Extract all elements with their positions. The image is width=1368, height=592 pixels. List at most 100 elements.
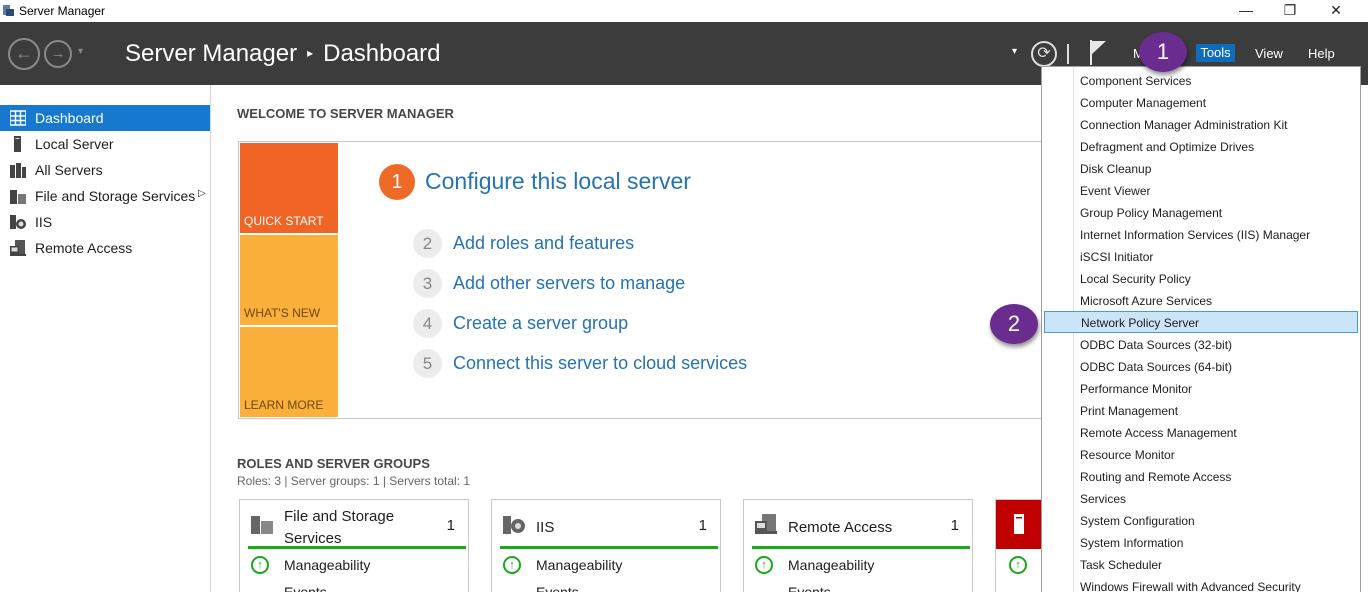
minimize-button[interactable]: — — [1223, 0, 1269, 22]
remote-access-icon — [10, 240, 26, 256]
server-manager-icon — [3, 5, 14, 16]
tools-menu-item[interactable]: Local Security Policy — [1042, 267, 1360, 289]
expand-arrow-icon[interactable]: ▷ — [198, 188, 206, 199]
servers-icon — [10, 163, 26, 178]
window-title: Server Manager — [19, 4, 106, 18]
tile-learn-more[interactable]: LEARN MORE — [240, 327, 338, 417]
create-server-group-link[interactable]: Create a server group — [453, 313, 628, 334]
menu-help[interactable]: Help — [1308, 46, 1335, 61]
menu-view[interactable]: View — [1255, 46, 1283, 61]
configure-local-server-link[interactable]: Configure this local server — [425, 168, 691, 195]
back-button[interactable]: ← — [8, 38, 40, 70]
sidebar-item-file-storage[interactable]: File and Storage Services ▷ — [0, 183, 210, 209]
sidebar-item-local-server[interactable]: Local Server — [0, 131, 210, 157]
events-link[interactable]: Events — [284, 584, 327, 592]
title-bar: Server Manager — ❐ ✕ — [0, 0, 1368, 22]
manageability-link[interactable]: Manageability — [788, 557, 874, 573]
sidebar-item-label: File and Storage Services — [35, 188, 196, 204]
tools-menu-item-label: Computer Management — [1080, 96, 1207, 110]
sidebar-item-all-servers[interactable]: All Servers — [0, 157, 210, 183]
role-card-iis[interactable]: IIS 1 ↑ Manageability Events — [491, 499, 721, 592]
sidebar-item-label: Remote Access — [35, 240, 133, 256]
restore-button[interactable]: ❐ — [1267, 0, 1313, 22]
events-link[interactable]: Events — [536, 584, 579, 592]
dashboard-icon — [10, 110, 26, 126]
status-ok-icon: ↑ — [503, 556, 521, 574]
tools-menu-item[interactable]: Connection Manager Administration Kit — [1042, 113, 1360, 135]
role-card-remote-access[interactable]: Remote Access 1 ↑ Manageability Events — [743, 499, 973, 592]
tile-whats-new[interactable]: WHAT'S NEW — [240, 235, 338, 325]
tools-menu-item[interactable]: iSCSI Initiator — [1042, 245, 1360, 267]
history-dropdown-icon[interactable]: ▾ — [78, 46, 83, 57]
tools-menu-item-label: ODBC Data Sources (32-bit) — [1080, 338, 1233, 352]
tools-menu-item[interactable]: Event Viewer — [1042, 179, 1360, 201]
tools-menu-item-label: Remote Access Management — [1080, 426, 1237, 440]
tile-label: QUICK START — [244, 214, 324, 228]
forward-button[interactable]: → — [44, 40, 72, 68]
tools-menu-item[interactable]: Disk Cleanup — [1042, 157, 1360, 179]
tools-menu-item-label: iSCSI Initiator — [1080, 250, 1154, 264]
menu-tools[interactable]: Tools — [1196, 44, 1235, 62]
role-card-count: 1 — [698, 517, 707, 534]
sidebar-item-dashboard[interactable]: Dashboard — [0, 105, 210, 131]
tools-menu-item[interactable]: ODBC Data Sources (32-bit) — [1042, 333, 1360, 355]
tools-menu-item-label: Disk Cleanup — [1080, 162, 1152, 176]
role-card-file-storage[interactable]: File and Storage Services 1 ↑ Manageabil… — [239, 499, 469, 592]
close-button[interactable]: ✕ — [1313, 0, 1359, 22]
tools-menu-item-label: Services — [1080, 492, 1127, 506]
refresh-icon[interactable]: ⟳ — [1031, 41, 1057, 67]
sidebar: Dashboard Local Server All Servers File … — [0, 85, 211, 592]
refresh-dropdown-icon[interactable]: ▾ — [1012, 46, 1017, 57]
notifications-flag-icon[interactable] — [1088, 38, 1110, 66]
tools-menu-item-label: Task Scheduler — [1080, 558, 1163, 572]
add-roles-link[interactable]: Add roles and features — [453, 233, 634, 254]
header-divider — [1067, 44, 1069, 64]
sidebar-item-remote-access[interactable]: Remote Access — [0, 235, 210, 261]
step-number: 5 — [413, 349, 442, 378]
tools-menu-item[interactable]: Microsoft Azure Services — [1042, 289, 1360, 311]
tools-menu-item[interactable]: Performance Monitor — [1042, 377, 1360, 399]
breadcrumb: Server Manager ▸ Dashboard — [125, 40, 441, 68]
alert-header — [996, 500, 1044, 549]
tools-menu-item-label: Event Viewer — [1080, 184, 1151, 198]
tools-menu-item[interactable]: Resource Monitor — [1042, 443, 1360, 465]
role-card-partial[interactable]: ↑ — [995, 499, 1044, 592]
tools-menu-item[interactable]: System Configuration — [1042, 509, 1360, 531]
tools-menu-item[interactable]: System Information — [1042, 531, 1360, 553]
breadcrumb-separator-icon: ▸ — [307, 46, 314, 60]
tools-menu-item[interactable]: Group Policy Management — [1042, 201, 1360, 223]
tools-dropdown-menu: Component Services Computer Management Con… — [1041, 66, 1361, 592]
status-ok-icon: ↑ — [755, 556, 773, 574]
events-link[interactable]: Events — [788, 584, 831, 592]
sidebar-item-iis[interactable]: IIS — [0, 209, 210, 235]
connect-cloud-link[interactable]: Connect this server to cloud services — [453, 353, 747, 374]
tools-menu-item[interactable]: Network Policy Server — [1044, 311, 1358, 333]
role-card-count: 1 — [446, 517, 455, 534]
tools-menu-item[interactable]: Services — [1042, 487, 1360, 509]
tools-menu-item[interactable]: Computer Management — [1042, 91, 1360, 113]
manageability-link[interactable]: Manageability — [536, 557, 622, 573]
tools-menu-item[interactable]: Internet Information Services (IIS) Mana… — [1042, 223, 1360, 245]
tools-menu-item[interactable]: Defragment and Optimize Drives — [1042, 135, 1360, 157]
tile-label: WHAT'S NEW — [244, 306, 321, 320]
tools-menu-item[interactable]: Routing and Remote Access — [1042, 465, 1360, 487]
tools-menu-item-label: System Information — [1080, 536, 1184, 550]
tile-quick-start[interactable]: QUICK START — [240, 143, 338, 233]
tools-menu-item-label: Defragment and Optimize Drives — [1080, 140, 1255, 154]
step-number: 4 — [413, 309, 442, 338]
manageability-link[interactable]: Manageability — [284, 557, 370, 573]
tools-menu-item[interactable]: Windows Firewall with Advanced Security — [1042, 575, 1360, 592]
add-servers-link[interactable]: Add other servers to manage — [453, 273, 685, 294]
tools-menu-item[interactable]: Task Scheduler — [1042, 553, 1360, 575]
tools-menu-item[interactable]: Component Services — [1042, 69, 1360, 91]
tools-menu-item[interactable]: Print Management — [1042, 399, 1360, 421]
tools-menu-item[interactable]: ODBC Data Sources (64-bit) — [1042, 355, 1360, 377]
welcome-title: WELCOME TO SERVER MANAGER — [237, 106, 454, 121]
role-card-title: Remote Access — [788, 519, 893, 536]
sidebar-item-label: Local Server — [35, 136, 114, 152]
server-icon — [14, 136, 21, 152]
tools-menu-item[interactable]: Remote Access Management — [1042, 421, 1360, 443]
storage-icon — [10, 190, 26, 204]
tools-menu-item-label: Windows Firewall with Advanced Security — [1080, 580, 1301, 592]
tools-menu-item-label: Routing and Remote Access — [1080, 470, 1232, 484]
